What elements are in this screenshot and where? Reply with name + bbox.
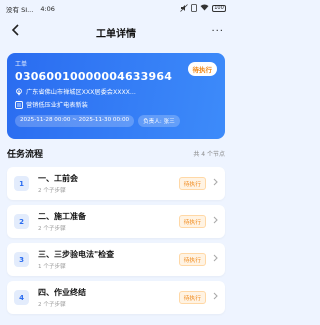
info-tags: 2025-11-28 00:00 ~ 2025-11-30 00:00 负责人:… — [15, 115, 217, 127]
list-icon — [15, 100, 23, 109]
task-item[interactable]: 1 一、工前会 2 个子步骤 待执行 — [7, 167, 225, 200]
owner-tag: 负责人: 张三 — [138, 115, 180, 127]
order-card[interactable]: 工单 0306001000000463396​4 待执行 广东省佛山市禅城区XX… — [7, 53, 225, 139]
task-item[interactable]: 3 三、三步验电法"检查 1 个子步骤 待执行 — [7, 243, 225, 276]
battery-level: 100 — [214, 5, 224, 11]
step-number: 3 — [14, 252, 29, 267]
chevron-right-icon — [213, 292, 218, 303]
chevron-right-icon — [213, 254, 218, 265]
address-row: 广东省佛山市禅城区XXX居委会XXXX... — [15, 87, 217, 96]
mute-icon — [180, 3, 188, 14]
order-label: 工单 — [15, 61, 28, 68]
task-name: 三、三步验电法"检查 — [38, 250, 115, 259]
chevron-left-icon — [11, 24, 20, 40]
task-name: 二、施工准备 — [38, 212, 86, 221]
task-section-header: 任务流程 共 4 个节点 — [7, 147, 225, 160]
clock-text: 4:06 — [40, 4, 55, 13]
status-badge: 待执行 — [187, 62, 217, 76]
node-count: 共 4 个节点 — [193, 151, 225, 158]
status-bar: 没有 SI... 4:06 100 — [0, 0, 232, 17]
step-number: 2 — [14, 214, 29, 229]
substep-count: 1 个子步骤 — [38, 264, 66, 270]
chevron-right-icon — [213, 178, 218, 189]
location-pin-icon — [15, 87, 23, 96]
order-number: 0306001000000463396​4 — [15, 70, 173, 83]
substep-count: 2 个子步骤 — [38, 302, 66, 308]
task-status-badge: 待执行 — [178, 215, 206, 228]
wifi-icon — [200, 4, 209, 13]
page-title: 工单详情 — [96, 28, 136, 40]
address-text: 广东省佛山市禅城区XXX居委会XXXX... — [26, 89, 136, 96]
task-name: 一、工前会 — [38, 174, 78, 183]
task-status-badge: 待执行 — [178, 253, 206, 266]
task-item[interactable]: 2 二、施工准备 2 个子步骤 待执行 — [7, 205, 225, 238]
task-item[interactable]: 4 四、作业终结 2 个子步骤 待执行 — [7, 281, 225, 314]
section-title: 任务流程 — [7, 150, 44, 160]
carrier-text: 没有 SI... — [6, 5, 34, 14]
chevron-right-icon — [213, 216, 218, 227]
step-number: 1 — [14, 176, 29, 191]
sim-icon — [191, 3, 197, 14]
task-status-badge: 待执行 — [178, 177, 206, 190]
task-status-badge: 待执行 — [178, 291, 206, 304]
more-button[interactable]: ··· — [211, 26, 224, 37]
work-type-text: 营销低压业扩电表新装 — [26, 102, 88, 109]
back-button[interactable] — [6, 23, 24, 41]
substep-count: 2 个子步骤 — [38, 226, 66, 232]
task-name: 四、作业终结 — [38, 288, 86, 297]
period-tag: 2025-11-28 00:00 ~ 2025-11-30 00:00 — [15, 115, 135, 127]
page-header: 工单详情 ··· — [0, 17, 232, 47]
substep-count: 2 个子步骤 — [38, 188, 66, 194]
battery-icon: 100 — [212, 5, 226, 12]
type-row: 营销低压业扩电表新装 — [15, 100, 217, 109]
step-number: 4 — [14, 290, 29, 305]
